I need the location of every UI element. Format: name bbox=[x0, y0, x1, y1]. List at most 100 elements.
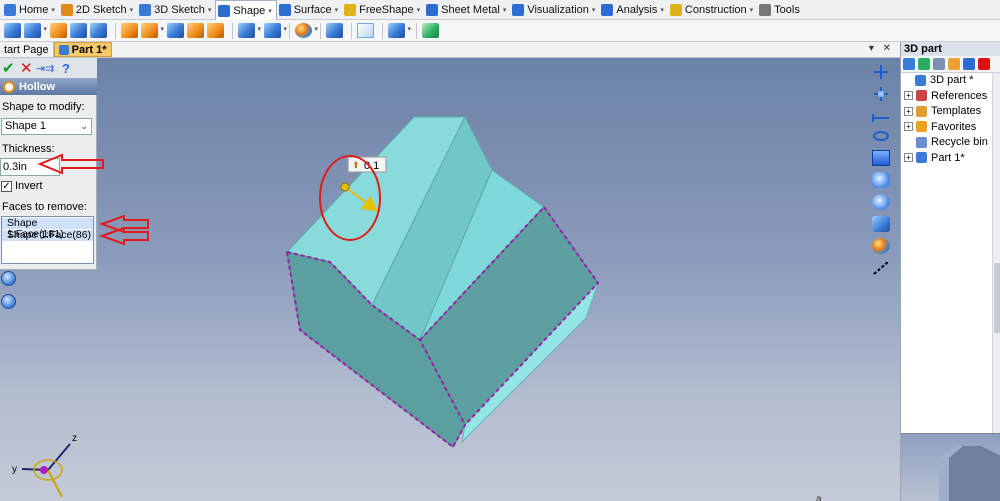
tab-dropdown-icon[interactable]: ▾ bbox=[268, 7, 272, 15]
chamfer-icon[interactable] bbox=[141, 23, 164, 38]
tree-item[interactable]: + Templates bbox=[904, 105, 981, 117]
tree-filter-icon[interactable] bbox=[918, 58, 930, 70]
tree-scrollbar-thumb[interactable] bbox=[994, 263, 1000, 333]
tab-3d-sketch[interactable]: 3D Sketch ▾ bbox=[137, 0, 215, 19]
tab-dropdown-icon[interactable]: ▾ bbox=[503, 6, 507, 14]
tab-label: Visualization bbox=[527, 3, 589, 16]
tree-scrollbar[interactable] bbox=[992, 73, 1000, 433]
application-window: Home ▾ 2D Sketch ▾ 3D Sketch ▾ Shape ▾ Surface ▾ F… bbox=[0, 0, 1000, 501]
move-face-icon[interactable] bbox=[422, 23, 439, 38]
shell-icon[interactable] bbox=[207, 23, 224, 38]
tree-item[interactable]: + Part 1* bbox=[904, 152, 965, 164]
paint-palette-icon[interactable] bbox=[295, 23, 318, 38]
shape-cube-icon[interactable] bbox=[4, 23, 21, 38]
part-icon bbox=[916, 152, 927, 163]
document-tab-bar: tart Page Part 1* ▾ ✕ bbox=[0, 42, 900, 58]
orbit-icon[interactable] bbox=[872, 128, 890, 144]
part-icon bbox=[58, 44, 69, 55]
view-window-icon[interactable] bbox=[872, 150, 890, 166]
tree-flag-icon[interactable] bbox=[978, 58, 990, 70]
favorites-icon bbox=[916, 121, 927, 132]
tree-settings-icon[interactable] bbox=[933, 58, 945, 70]
tree-expand-icon[interactable]: + bbox=[904, 122, 913, 131]
mirror-icon[interactable] bbox=[357, 23, 374, 38]
tab-visualization[interactable]: Visualization ▾ bbox=[510, 0, 599, 19]
tree-sort-icon[interactable] bbox=[948, 58, 960, 70]
annotation-arrows bbox=[37, 153, 149, 246]
tab-label: Shape bbox=[233, 4, 266, 17]
shape-revolve-icon[interactable] bbox=[90, 23, 107, 38]
part-preview bbox=[901, 433, 1000, 501]
tab-dropdown-icon[interactable]: ▾ bbox=[51, 6, 55, 14]
tab-dropdown-icon[interactable]: ▾ bbox=[750, 6, 754, 14]
tab-label: Construction bbox=[684, 3, 747, 16]
tab-dropdown-icon[interactable]: ▾ bbox=[208, 6, 212, 14]
tab-surface[interactable]: Surface ▾ bbox=[277, 0, 342, 19]
tab-home[interactable]: Home ▾ bbox=[2, 0, 59, 19]
appearance-palette-icon[interactable] bbox=[872, 238, 890, 254]
view-cube-icon[interactable] bbox=[872, 216, 890, 232]
tree-view-icon[interactable] bbox=[903, 58, 915, 70]
tab-dropdown-icon[interactable]: ▾ bbox=[335, 6, 339, 14]
viewport-corner-text: a bbox=[816, 494, 822, 501]
analysis-icon bbox=[601, 3, 614, 16]
settings-gear-icon[interactable] bbox=[1, 294, 16, 309]
toolbar-separator bbox=[351, 22, 352, 39]
tree-item[interactable]: + Favorites bbox=[904, 121, 976, 133]
tree-item[interactable]: Recycle bin bbox=[904, 136, 988, 148]
split-icon[interactable] bbox=[264, 23, 287, 38]
tree-item-label: 3D part * bbox=[930, 74, 974, 86]
zoom-fit-icon[interactable] bbox=[872, 194, 890, 210]
draft-icon[interactable] bbox=[167, 23, 184, 38]
tab-dropdown-icon[interactable]: ▾ bbox=[130, 6, 134, 14]
part-root-icon bbox=[915, 74, 926, 86]
tree-item[interactable]: + References bbox=[904, 90, 987, 102]
shape-tools-icon[interactable] bbox=[1, 271, 16, 286]
document-window-controls[interactable]: ▾ ✕ bbox=[869, 43, 894, 54]
tab-label: 3D Sketch bbox=[154, 3, 205, 16]
dimension-icon[interactable] bbox=[872, 108, 890, 124]
tab-freeshape[interactable]: FreeShape ▾ bbox=[342, 0, 424, 19]
pattern-icon[interactable] bbox=[326, 23, 343, 38]
tree-item-label: References bbox=[931, 89, 988, 102]
hollow-solid-body[interactable] bbox=[286, 115, 600, 448]
fillet-icon[interactable] bbox=[121, 23, 138, 38]
transform-icon[interactable] bbox=[388, 23, 411, 38]
tab-2d-sketch[interactable]: 2D Sketch ▾ bbox=[59, 0, 137, 19]
line-style-icon[interactable] bbox=[872, 260, 890, 276]
hollow-icon[interactable] bbox=[187, 23, 204, 38]
tab-start-page[interactable]: tart Page bbox=[0, 42, 54, 57]
shape-cylinder-icon[interactable] bbox=[50, 23, 67, 38]
tab-dropdown-icon[interactable]: ▾ bbox=[660, 6, 664, 14]
tab-dropdown-icon[interactable]: ▾ bbox=[592, 6, 596, 14]
tab-sheet-metal[interactable]: Sheet Metal ▾ bbox=[424, 0, 510, 19]
tree-expand-icon[interactable]: + bbox=[904, 153, 913, 162]
move-axis-icon[interactable] bbox=[872, 64, 890, 80]
tab-label: Tools bbox=[774, 3, 800, 16]
surface-icon bbox=[278, 3, 291, 16]
toolbar-separator bbox=[232, 22, 233, 39]
tab-label: Surface bbox=[293, 3, 332, 16]
toolbar-separator bbox=[289, 22, 290, 39]
tab-construction[interactable]: Construction ▾ bbox=[668, 0, 757, 19]
sketch-2d-icon bbox=[60, 3, 73, 16]
construction-icon bbox=[669, 3, 682, 16]
shape-box-icon[interactable] bbox=[24, 23, 47, 38]
tree-layers-icon[interactable] bbox=[963, 58, 975, 70]
shape-extrude-icon[interactable] bbox=[70, 23, 87, 38]
tab-label: Sheet Metal bbox=[441, 3, 500, 16]
zoom-icon[interactable] bbox=[872, 172, 890, 188]
tab-shape[interactable]: Shape ▾ bbox=[215, 0, 277, 20]
pan-icon[interactable] bbox=[872, 86, 890, 102]
boolean-icon[interactable] bbox=[238, 23, 261, 38]
tab-tools[interactable]: Tools bbox=[757, 0, 804, 19]
tree-expand-icon[interactable]: + bbox=[904, 91, 913, 100]
tree-item-label: Favorites bbox=[931, 120, 977, 133]
tab-part-1[interactable]: Part 1* bbox=[53, 42, 112, 57]
tree-item[interactable]: 3D part * bbox=[915, 74, 973, 86]
tab-dropdown-icon[interactable]: ▾ bbox=[417, 6, 421, 14]
tab-label: FreeShape bbox=[359, 3, 414, 16]
tree-expand-icon[interactable]: + bbox=[904, 106, 913, 116]
tab-analysis[interactable]: Analysis ▾ bbox=[599, 0, 667, 19]
dimension-lock-icon: ⬆ bbox=[352, 161, 360, 171]
